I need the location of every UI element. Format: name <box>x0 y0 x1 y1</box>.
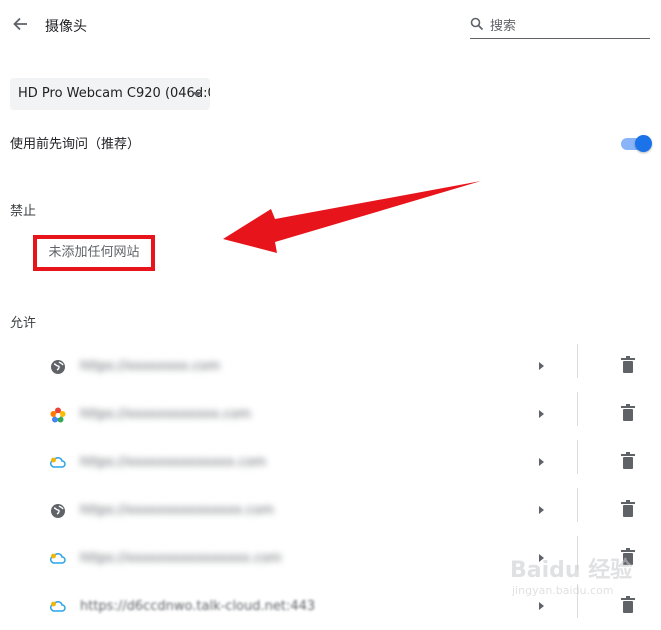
site-url: https://xxxxxxxx.com <box>80 359 221 374</box>
cloud-icon <box>50 455 66 471</box>
search-input[interactable] <box>488 14 652 38</box>
site-row[interactable]: https://xxxxxxxx.com <box>0 342 661 390</box>
page-title: 摄像头 <box>45 19 87 35</box>
trash-icon[interactable] <box>620 452 636 470</box>
ask-before-access-label: 使用前先询问（推荐） <box>10 137 141 152</box>
site-url: https://xxxxxxxxxxxxxxx.com <box>80 503 274 518</box>
chevron-right-icon[interactable] <box>539 410 544 418</box>
globe-icon <box>50 503 66 519</box>
trash-icon[interactable] <box>620 500 636 518</box>
site-row[interactable]: https://xxxxxxxxxxxx.com <box>0 390 661 438</box>
divider <box>577 392 578 426</box>
baidu-watermark: Baidu 经验 jingyan.baidu.com <box>498 540 658 610</box>
site-url: https://xxxxxxxxxxxxxx.com <box>80 455 267 470</box>
cloud-icon <box>50 551 66 567</box>
cloud-icon <box>50 599 66 615</box>
site-row[interactable]: https://xxxxxxxxxxxxxxx.com <box>0 486 661 534</box>
camera-select-value: HD Pro Webcam C920 (046d:0 <box>18 86 210 101</box>
search-box[interactable] <box>470 14 652 39</box>
ask-before-access-toggle[interactable] <box>619 134 652 152</box>
chevron-right-icon[interactable] <box>539 506 544 514</box>
dropdown-caret-icon <box>192 92 202 97</box>
watermark-text: Baidu 经验 <box>510 558 633 583</box>
allowed-heading: 允许 <box>10 316 37 331</box>
site-row[interactable]: https://xxxxxxxxxxxxxx.com <box>0 438 661 486</box>
colorful-flower-icon <box>50 407 66 423</box>
trash-icon[interactable] <box>620 356 636 374</box>
globe-icon <box>50 359 66 375</box>
divider <box>577 344 578 378</box>
divider <box>577 488 578 522</box>
site-url: https://xxxxxxxxxxxx.com <box>80 407 251 422</box>
camera-select[interactable]: HD Pro Webcam C920 (046d:0 <box>10 78 210 110</box>
site-url: https://xxxxxxxxxxxxxxxx.com <box>80 551 282 566</box>
site-url: https://d6ccdnwo.talk-cloud.net:443 <box>80 599 316 614</box>
watermark-sub: jingyan.baidu.com <box>512 584 614 597</box>
back-arrow-icon[interactable] <box>10 14 30 34</box>
blocked-heading: 禁止 <box>10 204 37 219</box>
annotation-arrow <box>215 175 505 270</box>
chevron-right-icon[interactable] <box>539 458 544 466</box>
blocked-empty-text: 未添加任何网站 <box>33 235 155 271</box>
trash-icon[interactable] <box>620 404 636 422</box>
divider <box>577 440 578 474</box>
chevron-right-icon[interactable] <box>539 362 544 370</box>
